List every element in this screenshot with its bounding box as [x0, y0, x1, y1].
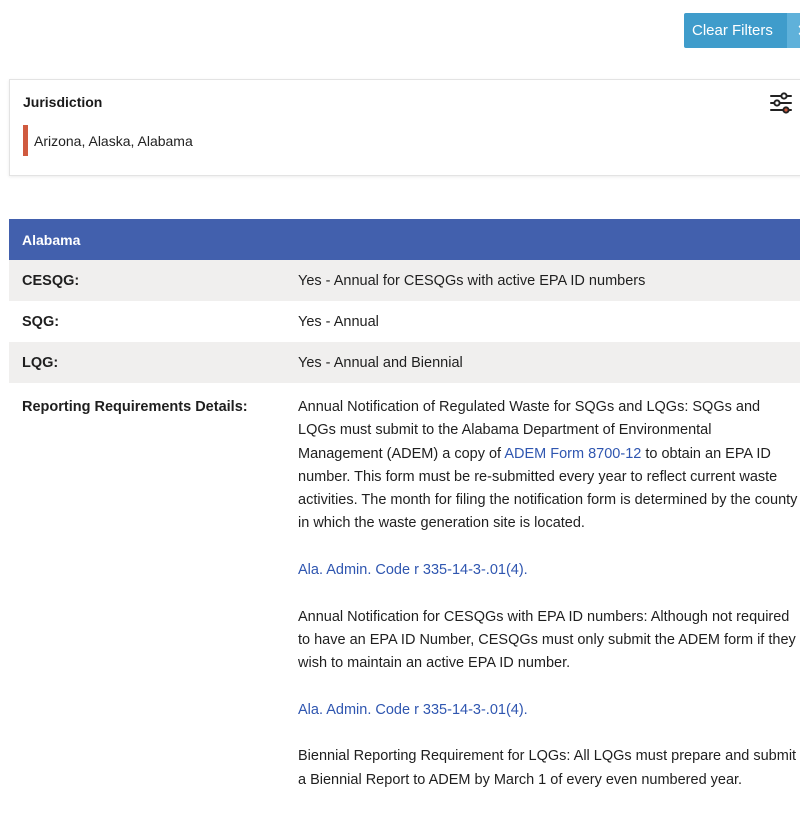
- table-row-details: Reporting Requirements Details: Annual N…: [9, 383, 800, 815]
- citation: Ala. Admin. Code r 335-14-3-.01(4).: [298, 559, 798, 582]
- jurisdiction-filter-card: Jurisdiction Arizona, Alaska, Alabama: [9, 79, 800, 176]
- state-requirements-table: Alabama CESQG: Yes - Annual for CESQGs w…: [9, 219, 800, 815]
- sliders-icon[interactable]: [769, 91, 793, 115]
- row-label: LQG:: [22, 354, 59, 371]
- paragraph-biennial-reporting: Biennial Reporting Requirement for LQGs:…: [298, 748, 797, 788]
- citation: Ala. Admin. Code r 335-14-3-.01(4).: [298, 699, 798, 722]
- adem-form-link[interactable]: ADEM Form 8700-12: [504, 446, 641, 462]
- row-label: Reporting Requirements Details:: [22, 399, 248, 415]
- close-icon: ✕: [787, 13, 800, 48]
- table-row: CESQG: Yes - Annual for CESQGs with acti…: [9, 260, 800, 301]
- row-label: CESQG:: [22, 272, 80, 289]
- citation-link[interactable]: Ala. Admin. Code r 335-14-3-.01(4).: [298, 562, 528, 578]
- jurisdiction-title: Jurisdiction: [23, 94, 103, 110]
- table-row: LQG: Yes - Annual and Biennial: [9, 342, 800, 383]
- paragraph-annual-notification: Annual Notification of Regulated Waste f…: [298, 396, 798, 536]
- clear-filters-button[interactable]: Clear Filters ✕: [684, 13, 800, 48]
- row-value: Yes - Annual: [298, 313, 379, 330]
- state-header: Alabama: [9, 219, 800, 260]
- paragraph-cesqg-notification: Annual Notification for CESQGs with EPA …: [298, 608, 796, 672]
- clear-filters-label: Clear Filters: [692, 22, 773, 39]
- table-row: SQG: Yes - Annual: [9, 301, 800, 342]
- details-text: Annual Notification of Regulated Waste f…: [298, 396, 798, 815]
- jurisdiction-selected-values: Arizona, Alaska, Alabama: [23, 125, 193, 156]
- citation-link[interactable]: Ala. Admin. Code r 335-14-3-.01(4).: [298, 702, 528, 718]
- row-value: Yes - Annual and Biennial: [298, 354, 463, 371]
- row-value: Yes - Annual for CESQGs with active EPA …: [298, 272, 646, 289]
- row-label: SQG:: [22, 313, 60, 330]
